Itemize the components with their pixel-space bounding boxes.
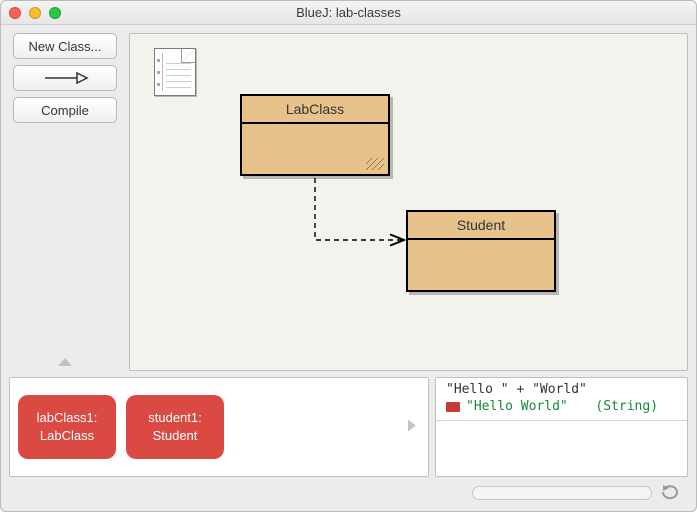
repeat-icon[interactable]: [660, 484, 682, 503]
codepad: "Hello " + "World" "Hello World" (String…: [435, 377, 688, 477]
inheritance-arrow-button[interactable]: [13, 65, 117, 91]
collapse-sidebar-icon[interactable]: [56, 355, 74, 371]
compile-button[interactable]: Compile: [13, 97, 117, 123]
zoom-window-button[interactable]: [49, 7, 61, 19]
object-result-icon[interactable]: [446, 402, 460, 412]
class-box-labclass[interactable]: LabClass: [240, 94, 390, 176]
new-class-button[interactable]: New Class...: [13, 33, 117, 59]
lower-pane: labClass1: LabClass student1: Student "H…: [9, 377, 688, 477]
resize-handle-icon[interactable]: [366, 158, 384, 170]
status-strip: [9, 483, 688, 503]
arrow-right-icon: [43, 71, 87, 85]
codepad-result-value: "Hello World": [466, 399, 568, 414]
readme-page-icon[interactable]: [154, 48, 196, 96]
horizontal-scrollbar[interactable]: [472, 486, 652, 500]
codepad-result-line[interactable]: "Hello World" (String): [436, 399, 687, 416]
window-title: BlueJ: lab-classes: [1, 5, 696, 20]
window-controls: [9, 7, 61, 19]
object-instance-class: LabClass: [40, 427, 94, 445]
object-instance-labclass1[interactable]: labClass1: LabClass: [18, 395, 116, 459]
upper-pane: New Class... Compile: [9, 33, 688, 371]
object-instance-name: student1:: [148, 409, 202, 427]
class-name-label: Student: [408, 212, 554, 240]
uses-arrow: [130, 34, 687, 370]
class-name-label: LabClass: [242, 96, 388, 124]
app-window: BlueJ: lab-classes New Class... Compile: [0, 0, 697, 512]
codepad-divider: [436, 420, 687, 421]
object-bench[interactable]: labClass1: LabClass student1: Student: [9, 377, 429, 477]
minimize-window-button[interactable]: [29, 7, 41, 19]
window-body: New Class... Compile: [1, 25, 696, 511]
class-box-student[interactable]: Student: [406, 210, 556, 292]
codepad-result-type: (String): [595, 399, 658, 414]
close-window-button[interactable]: [9, 7, 21, 19]
titlebar: BlueJ: lab-classes: [1, 1, 696, 25]
class-diagram-canvas[interactable]: LabClass Student: [129, 33, 688, 371]
codepad-input[interactable]: [436, 425, 687, 476]
bench-scroll-right-icon[interactable]: [406, 418, 418, 437]
object-instance-class: Student: [153, 427, 198, 445]
codepad-history-line[interactable]: "Hello " + "World": [436, 378, 687, 399]
sidebar: New Class... Compile: [9, 33, 121, 371]
object-instance-name: labClass1:: [37, 409, 98, 427]
object-instance-student1[interactable]: student1: Student: [126, 395, 224, 459]
